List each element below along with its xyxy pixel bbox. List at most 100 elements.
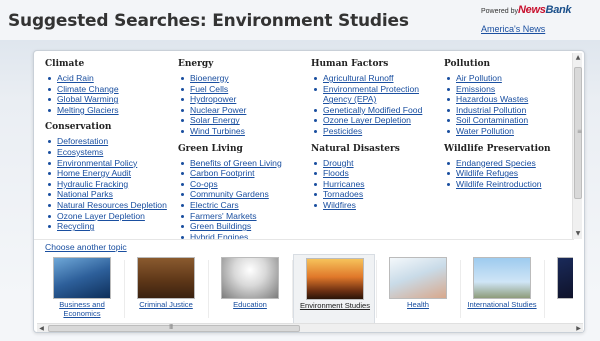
suggested-search-link[interactable]: Climate Change <box>57 84 119 94</box>
topic-tile-label[interactable]: Education <box>209 300 291 309</box>
suggested-search-link[interactable]: Air Pollution <box>456 73 502 83</box>
suggested-search-link[interactable]: Emissions <box>456 84 495 94</box>
list-item: Bioenergy <box>178 73 308 84</box>
list-item: Climate Change <box>45 84 175 95</box>
scroll-left-arrow-icon[interactable]: ◀ <box>37 324 46 333</box>
list-item: Pesticides <box>311 126 441 137</box>
suggested-search-link[interactable]: Home Energy Audit <box>57 168 131 178</box>
topic-tile[interactable]: International Studies <box>461 254 543 324</box>
topic-tile[interactable]: Business and Economics <box>41 254 123 324</box>
suggested-search-link[interactable]: Nuclear Power <box>190 105 246 115</box>
suggested-search-link[interactable]: Acid Rain <box>57 73 94 83</box>
topic-tile-label[interactable]: International Studies <box>461 300 543 309</box>
suggested-search-link[interactable]: Tornadoes <box>323 189 363 199</box>
topic-tile-label[interactable]: Health <box>377 300 459 309</box>
suggested-search-link[interactable]: Hazardous Wastes <box>456 94 528 104</box>
courtroom-image[interactable] <box>137 257 195 299</box>
suggested-search-link[interactable]: Genetically Modified Food <box>323 105 422 115</box>
suggested-search-link[interactable]: Deforestation <box>57 136 108 146</box>
list-item: Global Warming <box>45 94 175 105</box>
suggested-search-link[interactable]: Hurricanes <box>323 179 365 189</box>
suggested-search-link[interactable]: Industrial Pollution <box>456 105 526 115</box>
search-link-list: Drought Floods Hurricanes Tornadoes Wildfire… <box>311 158 441 211</box>
scroll-right-arrow-icon[interactable]: ▶ <box>574 324 583 333</box>
horizontal-scroll-thumb[interactable]: III <box>48 323 300 332</box>
suggested-search-link[interactable]: Environmental Protection Agency (EPA) <box>323 84 419 105</box>
list-item: Genetically Modified Food <box>311 105 441 116</box>
column-1: Climate Acid Rain Climate Change Global War… <box>45 59 175 239</box>
topic-tile[interactable]: Environment Studies <box>293 254 375 324</box>
category-pollution: Pollution Air Pollution Emissions Hazardous… <box>444 59 574 137</box>
list-item: Water Pollution <box>444 126 574 137</box>
suggested-search-link[interactable]: Wildlife Refuges <box>456 168 518 178</box>
list-item: Fuel Cells <box>178 84 308 95</box>
suggested-search-link[interactable]: Co-ops <box>190 179 218 189</box>
suggested-search-link[interactable]: Drought <box>323 158 354 168</box>
suggested-search-link[interactable]: Hydropower <box>190 94 236 104</box>
list-item: Tornadoes <box>311 189 441 200</box>
page-title: Suggested Searches: Environment Studies <box>8 11 409 31</box>
list-item: Carbon Footprint <box>178 168 308 179</box>
suggested-search-link[interactable]: National Parks <box>57 189 113 199</box>
suggested-search-link[interactable]: Hydraulic Fracking <box>57 179 128 189</box>
suggested-search-link[interactable]: Electric Cars <box>190 200 239 210</box>
topic-tile-label[interactable]: Perfo... <box>545 300 573 309</box>
topic-tile-label[interactable]: Business and Economics <box>41 300 123 318</box>
suggested-search-link[interactable]: Community Gardens <box>190 189 269 199</box>
horizontal-scrollbar[interactable]: ◀ III ▶ <box>37 323 583 332</box>
suggested-search-link[interactable]: Pesticides <box>323 126 362 136</box>
scroll-up-arrow-icon[interactable]: ▲ <box>573 53 583 63</box>
suggested-search-link[interactable]: Solar Energy <box>190 115 240 125</box>
suggested-search-link[interactable]: Agricultural Runoff <box>323 73 394 83</box>
topic-tile[interactable]: Health <box>377 254 459 324</box>
topic-tile[interactable]: Perfo... <box>545 254 573 324</box>
suggested-search-link[interactable]: Wind Turbines <box>190 126 245 136</box>
suggested-search-link[interactable]: Green Buildings <box>190 221 251 231</box>
suggested-search-link[interactable]: Water Pollution <box>456 126 514 136</box>
suggested-search-link[interactable]: Carbon Footprint <box>190 168 255 178</box>
americas-news-link[interactable]: America's News <box>481 24 545 34</box>
suggested-search-link[interactable]: Floods <box>323 168 349 178</box>
vertical-scrollbar[interactable]: ▲ ≡ ▼ <box>572 53 582 239</box>
topic-tile[interactable]: Criminal Justice <box>125 254 207 324</box>
newsbank-logo[interactable]: NewsBank <box>518 4 572 16</box>
stock-ticker-image[interactable] <box>53 257 111 299</box>
performing-arts-image[interactable] <box>557 257 573 299</box>
search-link-list: Benefits of Green Living Carbon Footprint… <box>178 158 308 239</box>
topic-tile-label[interactable]: Criminal Justice <box>125 300 207 309</box>
suggested-search-link[interactable]: Ozone Layer Depletion <box>57 211 145 221</box>
category-title: Pollution <box>444 59 491 69</box>
suggested-search-link[interactable]: Natural Resources Depletion <box>57 200 167 210</box>
tile-separator <box>124 260 125 318</box>
vertical-scroll-thumb[interactable]: ≡ <box>574 67 582 199</box>
suggested-search-link[interactable]: Benefits of Green Living <box>190 158 282 168</box>
suggested-search-link[interactable]: Melting Glaciers <box>57 105 119 115</box>
doctor-patient-image[interactable] <box>389 257 447 299</box>
suggested-search-link[interactable]: Endangered Species <box>456 158 536 168</box>
suggested-search-link[interactable]: Environmental Policy <box>57 158 137 168</box>
list-item: Wildfires <box>311 200 441 211</box>
graduation-image[interactable] <box>221 257 279 299</box>
suggested-search-link[interactable]: Bioenergy <box>190 73 229 83</box>
suggested-search-link[interactable]: Hybrid Engines <box>190 232 248 239</box>
topic-tile[interactable]: Education <box>209 254 291 324</box>
scroll-down-arrow-icon[interactable]: ▼ <box>573 229 583 239</box>
suggested-search-link[interactable]: Wildlife Reintroduction <box>456 179 542 189</box>
category-human-factors: Human Factors Agricultural Runoff Environm… <box>311 59 441 137</box>
suggested-search-link[interactable]: Recycling <box>57 221 94 231</box>
sunset-tree-image[interactable] <box>306 258 364 300</box>
suggested-search-link[interactable]: Farmers' Markets <box>190 211 257 221</box>
choose-another-topic-link[interactable]: Choose another topic <box>45 242 127 252</box>
category-title: Natural Disasters <box>311 143 400 154</box>
eiffel-tower-image[interactable] <box>473 257 531 299</box>
topic-tile-label[interactable]: Environment Studies <box>294 301 376 310</box>
category-natural-disasters: Natural Disasters Drought Floods Hurricanes… <box>311 144 441 211</box>
suggested-search-link[interactable]: Soil Contamination <box>456 115 528 125</box>
suggested-search-link[interactable]: Wildfires <box>323 200 356 210</box>
suggested-search-link[interactable]: Ozone Layer Depletion <box>323 115 411 125</box>
list-item: Recycling <box>45 221 175 232</box>
suggested-search-link[interactable]: Global Warming <box>57 94 118 104</box>
suggested-search-link[interactable]: Ecosystems <box>57 147 103 157</box>
suggested-search-link[interactable]: Fuel Cells <box>190 84 228 94</box>
header-bar: Suggested Searches: Environment Studies … <box>0 0 600 40</box>
